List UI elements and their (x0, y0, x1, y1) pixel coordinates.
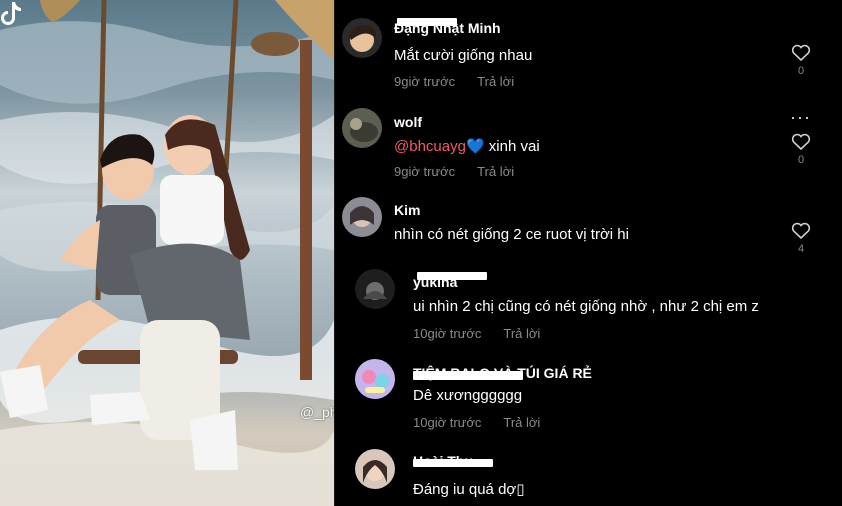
comment-text: @bhcuayg💙 xinh vai (394, 137, 540, 155)
comment-time: 9giờ trước (394, 164, 456, 179)
username-redaction (417, 272, 487, 280)
comment-time: 9giờ trước (394, 74, 456, 89)
reply-button[interactable]: Trả lời (503, 415, 540, 430)
reply-button[interactable]: Trả lời (503, 326, 540, 341)
comment-time: 10giờ trước (413, 415, 482, 430)
avatar[interactable] (355, 269, 395, 309)
avatar[interactable] (355, 359, 395, 399)
comment-meta: 9giờ trước Trả lời (394, 164, 514, 179)
comment-item: TIỆM BALO VÀ TÚI GIÁ RẺ Dê xươngggggg 10… (335, 349, 842, 439)
comment-meta: 9giờ trước Trả lời (394, 74, 514, 89)
like-button[interactable]: 0 (789, 44, 813, 77)
comment-text: Dê xươngggggg (413, 387, 523, 404)
avatar[interactable] (342, 197, 382, 237)
comment-text: Mắt cười giống nhau (394, 47, 533, 64)
comment-item: Kim nhìn có nét giống 2 ce ruot vị trời … (335, 185, 842, 257)
comment-meta: 10giờ trước Trả lời (413, 415, 540, 430)
reply-button[interactable]: Trả lời (477, 74, 514, 89)
heart-outline-icon (791, 133, 811, 151)
comment-username[interactable]: wolf (394, 114, 422, 130)
reply-button[interactable]: Trả lời (477, 164, 514, 179)
comment-text: ui nhìn 2 chị cũng có nét giống nhờ , nh… (413, 298, 759, 315)
comment-username[interactable]: Kim (394, 202, 420, 218)
video-frame (0, 0, 334, 506)
comment-text-body: xinh vai (484, 138, 540, 155)
comment-mention[interactable]: @bhcuayg (394, 138, 466, 155)
comment-item: Đặng Nhật Minh Mắt cười giống nhau 9giờ … (335, 0, 842, 95)
username-redaction (413, 371, 523, 380)
video-player[interactable]: @_ph (0, 0, 334, 506)
more-options-icon[interactable]: ··· (790, 108, 811, 126)
like-button[interactable]: 0 (789, 133, 813, 166)
comment-item: yukina ui nhìn 2 chị cũng có nét giống n… (335, 257, 842, 349)
tiktok-logo-icon (1, 2, 21, 25)
blue-heart-emoji: 💙 (465, 138, 485, 155)
avatar[interactable] (342, 18, 382, 58)
like-button[interactable]: 4 (789, 222, 813, 255)
comment-item: Hoài Thu Đáng iu quá dợ▯ (335, 439, 842, 506)
username-redaction (397, 18, 457, 26)
comment-item: wolf ··· @bhcuayg💙 xinh vai 9giờ trước Tr… (335, 95, 842, 185)
like-count: 0 (797, 65, 805, 77)
comment-time: 10giờ trước (413, 326, 482, 341)
like-count: 4 (797, 243, 805, 255)
avatar[interactable] (355, 449, 395, 489)
heart-outline-icon (791, 222, 811, 240)
video-watermark: @_ph (300, 404, 334, 420)
heart-outline-icon (791, 44, 811, 62)
comment-list[interactable]: Đặng Nhật Minh Mắt cười giống nhau 9giờ … (335, 0, 842, 506)
username-redaction (413, 459, 493, 467)
comment-text: Đáng iu quá dợ▯ (413, 481, 525, 498)
comment-text: nhìn có nét giống 2 ce ruot vị trời hi (394, 226, 629, 243)
avatar[interactable] (342, 108, 382, 148)
comment-meta: 10giờ trước Trả lời (413, 326, 540, 341)
like-count: 0 (797, 154, 805, 166)
